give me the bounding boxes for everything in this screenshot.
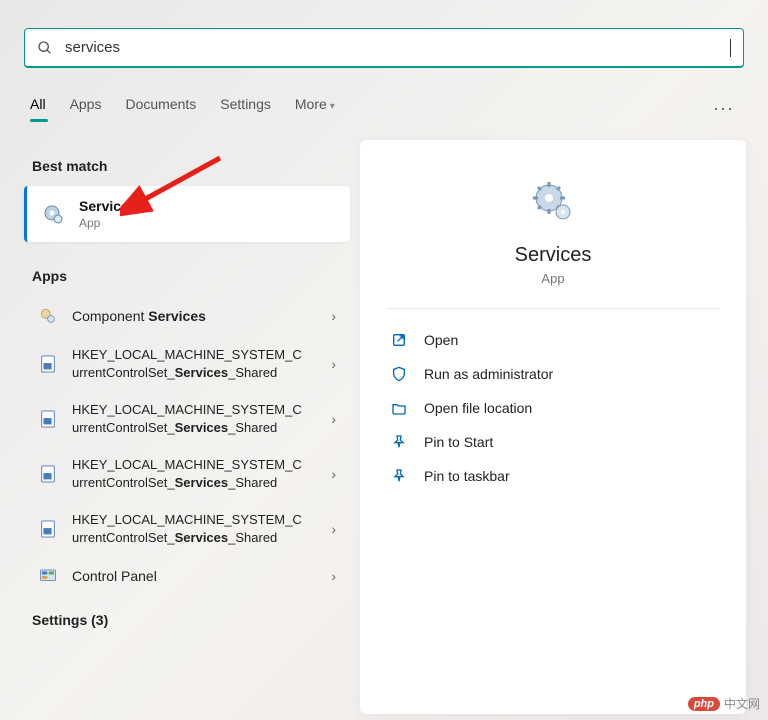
tab-all[interactable]: All <box>30 96 46 120</box>
action-label: Run as administrator <box>424 366 553 382</box>
action-open-location[interactable]: Open file location <box>386 391 720 425</box>
document-icon <box>38 409 58 429</box>
action-label: Open <box>424 332 458 348</box>
search-icon <box>37 40 53 56</box>
tab-apps[interactable]: Apps <box>70 96 102 120</box>
action-run-admin[interactable]: Run as administrator <box>386 357 720 391</box>
action-pin-taskbar[interactable]: Pin to taskbar <box>386 459 720 493</box>
filter-tabs: All Apps Documents Settings More▾ ··· <box>30 92 738 124</box>
divider <box>386 308 720 309</box>
action-label: Pin to taskbar <box>424 468 510 484</box>
more-options-button[interactable]: ··· <box>709 98 738 119</box>
search-box[interactable] <box>24 28 744 68</box>
chevron-right-icon[interactable]: › <box>331 466 336 482</box>
document-icon <box>38 354 58 374</box>
text-caret <box>730 39 731 57</box>
chevron-down-icon: ▾ <box>330 101 335 112</box>
detail-panel: Services App Open Run as administrator O… <box>360 140 746 714</box>
app-icon <box>38 306 58 326</box>
watermark-badge: php <box>688 697 720 711</box>
result-component-services[interactable]: Component Services › <box>24 296 350 336</box>
result-control-panel[interactable]: Control Panel › <box>24 556 350 596</box>
heading-best-match: Best match <box>24 150 350 186</box>
shield-icon <box>390 365 408 383</box>
folder-icon <box>390 399 408 417</box>
control-panel-icon <box>38 566 58 586</box>
action-open[interactable]: Open <box>386 323 720 357</box>
result-registry-2[interactable]: HKEY_LOCAL_MACHINE_SYSTEM_CurrentControl… <box>24 391 350 446</box>
action-label: Open file location <box>424 400 532 416</box>
result-label: HKEY_LOCAL_MACHINE_SYSTEM_CurrentControl… <box>72 511 317 546</box>
action-pin-start[interactable]: Pin to Start <box>386 425 720 459</box>
chevron-right-icon[interactable]: › <box>331 308 336 324</box>
tab-documents[interactable]: Documents <box>125 96 196 120</box>
detail-type: App <box>386 271 720 286</box>
result-registry-3[interactable]: HKEY_LOCAL_MACHINE_SYSTEM_CurrentControl… <box>24 446 350 501</box>
result-label: Control Panel <box>72 567 317 586</box>
results-column: Best match Services App Apps Component S… <box>24 150 350 640</box>
chevron-right-icon[interactable]: › <box>331 568 336 584</box>
app-big-icon <box>386 178 720 226</box>
open-icon <box>390 331 408 349</box>
pin-icon <box>390 433 408 451</box>
heading-settings: Settings (3) <box>24 604 350 640</box>
document-icon <box>38 464 58 484</box>
chevron-right-icon[interactable]: › <box>331 521 336 537</box>
pin-icon <box>390 467 408 485</box>
watermark: php 中文网 <box>688 695 760 712</box>
detail-title: Services <box>386 244 720 267</box>
result-registry-1[interactable]: HKEY_LOCAL_MACHINE_SYSTEM_CurrentControl… <box>24 336 350 391</box>
result-label: HKEY_LOCAL_MACHINE_SYSTEM_CurrentControl… <box>72 401 317 436</box>
heading-apps: Apps <box>24 260 350 296</box>
tab-settings[interactable]: Settings <box>220 96 271 120</box>
watermark-text: 中文网 <box>724 695 760 712</box>
result-label: HKEY_LOCAL_MACHINE_SYSTEM_CurrentControl… <box>72 456 317 491</box>
best-match-subtitle: App <box>79 216 137 230</box>
search-input[interactable] <box>65 39 732 56</box>
result-label: Component Services <box>72 307 317 326</box>
gear-icon <box>41 202 65 226</box>
result-label: HKEY_LOCAL_MACHINE_SYSTEM_CurrentControl… <box>72 346 317 381</box>
document-icon <box>38 519 58 539</box>
best-match-result[interactable]: Services App <box>24 186 350 242</box>
result-registry-4[interactable]: HKEY_LOCAL_MACHINE_SYSTEM_CurrentControl… <box>24 501 350 556</box>
best-match-title: Services <box>79 198 137 214</box>
action-label: Pin to Start <box>424 434 493 450</box>
tab-more[interactable]: More▾ <box>295 96 335 120</box>
chevron-right-icon[interactable]: › <box>331 356 336 372</box>
chevron-right-icon[interactable]: › <box>331 411 336 427</box>
